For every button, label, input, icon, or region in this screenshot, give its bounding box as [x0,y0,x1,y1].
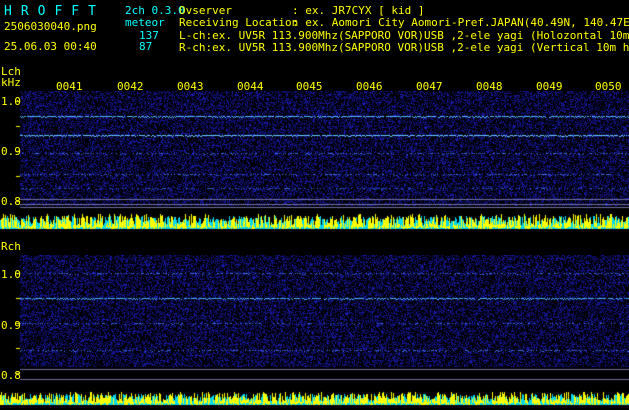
khz-unit: kHz [1,76,21,89]
rch-spectrogram [0,255,629,410]
rch-info: R-ch:ex. UV5R 113.900Mhz(SAPPORO VOR)USB… [179,42,629,53]
mode-label: meteor [125,16,165,29]
rch-freq-0-9: 0.9 [1,319,21,332]
location-label: Receiving Location [179,16,299,29]
observer-label: Ovserver [179,4,232,17]
lch-freq-0-8: 0.8 [1,195,21,208]
rch-count: 87 [139,40,153,53]
observer-value: : ex. JR7CYX [ kid ] [292,4,425,17]
hrofft-logo: HROFFT [4,4,105,19]
lch-spectrogram [0,91,629,231]
datetime-label: 25.06.03 00:40 [4,40,97,53]
filename-label: 2506030040.png [4,20,97,33]
location-value: : ex. Aomori City Aomori-Pref.JAPAN(40.4… [292,16,629,29]
lch-info: L-ch:ex. UV5R 113.900Mhz(SAPPORO VOR)USB… [179,30,629,41]
rch-label: Rch [1,240,21,253]
rch-freq-0-8: 0.8 [1,369,21,382]
rch-freq-1-0: 1.0 [1,268,21,281]
version-label: 2ch 0.3.0 [125,4,185,17]
lch-freq-1-0: 1.0 [1,95,21,108]
lch-freq-0-9: 0.9 [1,145,21,158]
